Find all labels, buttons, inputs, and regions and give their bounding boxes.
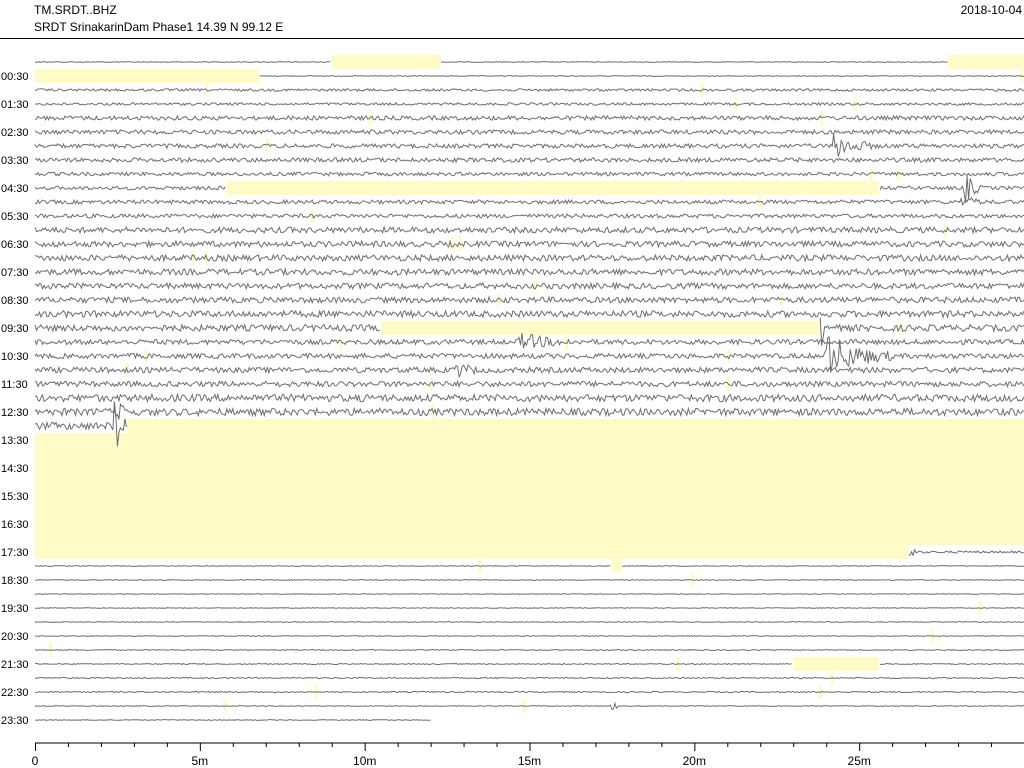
trace-line (34, 392, 1024, 404)
data-gap-1 (948, 55, 1024, 69)
data-gap-2 (35, 69, 260, 83)
trace-line (34, 267, 1024, 277)
hour-label: 06:30 (1, 239, 29, 251)
trace-line (34, 156, 1024, 164)
trace-line (35, 690, 1024, 694)
trace-line (34, 61, 948, 63)
trace-line (34, 253, 1024, 263)
hour-label: 21:30 (1, 659, 29, 671)
hour-label: 08:30 (1, 295, 29, 307)
hour-label: 13:30 (1, 435, 29, 447)
hour-label: 12:30 (1, 407, 29, 419)
trace-line (34, 701, 1024, 711)
hour-label: 23:30 (1, 715, 29, 727)
hour-label: 04:30 (1, 183, 29, 195)
trace-line (35, 719, 431, 721)
trace-line (34, 128, 1024, 136)
trace-layer (34, 61, 1024, 721)
trace-line (34, 565, 1024, 567)
trace-line (34, 309, 1024, 319)
trace-line (34, 635, 1024, 637)
trace-line (34, 212, 1024, 220)
trace-line (34, 648, 1024, 652)
trace-line (34, 196, 1024, 206)
data-gap-6 (35, 517, 1024, 531)
trace-line (34, 133, 1024, 157)
trace-line (34, 579, 1024, 581)
trace-line (34, 281, 1024, 291)
trace-line (34, 332, 1024, 349)
gap-sliver (780, 293, 784, 307)
hour-labels: 00:30 01:30 02:30 03:30 04:30 05:30 06:30 07:30… (1, 71, 29, 727)
hour-label: 00:30 (1, 71, 29, 83)
hour-label: 10:30 (1, 351, 29, 363)
data-gap-3 (226, 181, 879, 195)
trace-line (34, 676, 1024, 680)
data-gap-7 (611, 559, 622, 573)
data-gap-6 (35, 447, 1024, 461)
hour-label: 03:30 (1, 155, 29, 167)
x-tick-label: 5m (191, 754, 208, 768)
hour-label: 16:30 (1, 519, 29, 531)
hour-label: 02:30 (1, 127, 29, 139)
x-tick-label: 0 (32, 754, 39, 768)
data-gap-6 (35, 489, 1024, 503)
trace-line (35, 379, 1024, 389)
trace-line (34, 621, 1024, 623)
trace-line (34, 87, 1024, 93)
gap-sliver (943, 223, 947, 237)
hour-label: 19:30 (1, 603, 29, 615)
gap-sliver (266, 139, 270, 153)
data-gap-6 (35, 503, 1024, 517)
trace-line (34, 225, 1024, 235)
data-gap-8 (793, 657, 879, 671)
hour-label: 14:30 (1, 463, 29, 475)
hour-label: 20:30 (1, 631, 29, 643)
trace-line (34, 114, 1024, 122)
data-gap-6 (35, 461, 1024, 475)
data-gap-5 (127, 419, 382, 433)
gap-sliver (869, 167, 873, 181)
trace-line (908, 548, 1024, 557)
x-tick-label: 15m (518, 754, 541, 768)
data-gap-6 (35, 475, 1024, 489)
hour-label: 15:30 (1, 491, 29, 503)
hour-label: 11:30 (1, 379, 28, 391)
x-tick-label: 25m (848, 754, 871, 768)
hour-label: 22:30 (1, 687, 29, 699)
trace-line (34, 593, 1024, 595)
x-axis: 0 5m 10m 15m 20m 25m (32, 742, 1024, 768)
trace-line (34, 170, 1024, 177)
trace-line (34, 402, 1024, 420)
x-tick-label: 10m (353, 754, 376, 768)
hour-label: 05:30 (1, 211, 29, 223)
x-tick-label: 20m (683, 754, 706, 768)
data-gap-6 (35, 433, 1024, 447)
hour-label: 09:30 (1, 323, 29, 335)
data-gap-4 (381, 321, 820, 335)
data-gap-6 (381, 419, 1024, 433)
hour-label: 18:30 (1, 575, 29, 587)
trace-line (35, 607, 1024, 609)
trace-line (34, 101, 1024, 107)
trace-line (259, 75, 1024, 77)
gap-sliver (497, 293, 501, 307)
data-gap-6 (35, 545, 909, 559)
data-gap-0 (331, 55, 441, 69)
hour-label: 07:30 (1, 267, 29, 279)
gap-sliver (144, 349, 148, 363)
gap-sliver (191, 251, 195, 265)
trace-line (34, 295, 1024, 305)
data-gap-6 (35, 531, 1024, 545)
hour-label: 01:30 (1, 99, 29, 111)
helicorder-plot: 00:30 01:30 02:30 03:30 04:30 05:30 06:30 07:30… (1, 55, 1024, 768)
hour-label: 17:30 (1, 547, 29, 559)
trace-line (34, 364, 1024, 379)
trace-line (34, 239, 1024, 249)
